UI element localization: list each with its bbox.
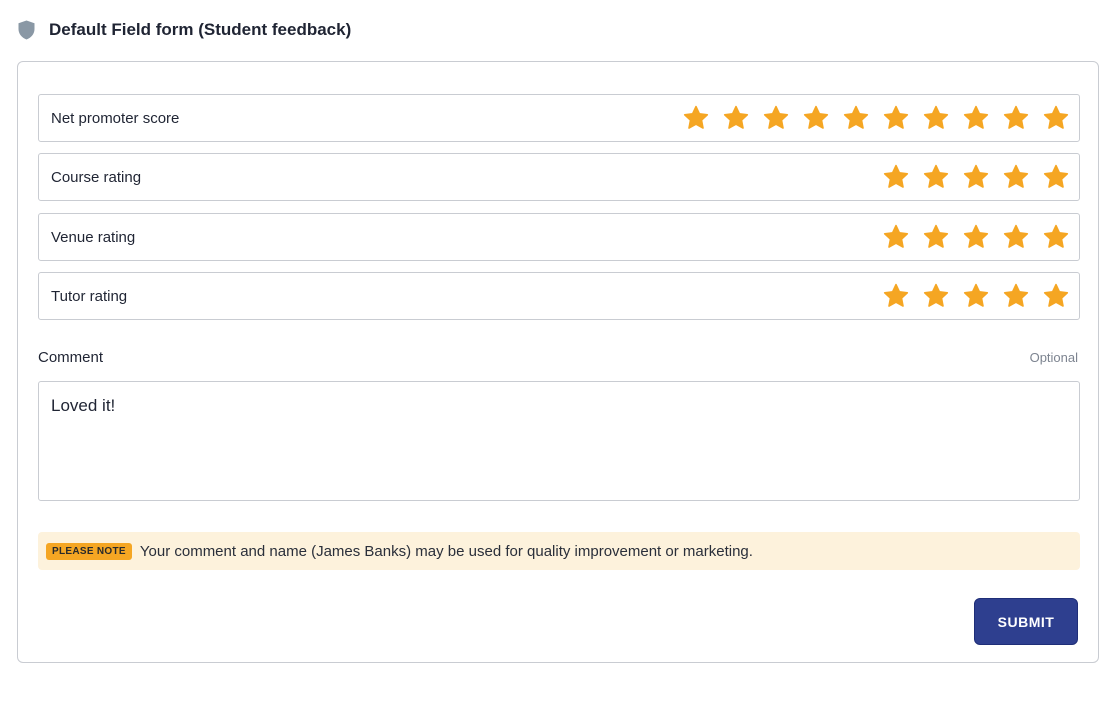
star-icon[interactable]: [723, 105, 749, 131]
star-icon[interactable]: [1003, 105, 1029, 131]
star-icon[interactable]: [1003, 283, 1029, 309]
star-icon[interactable]: [883, 164, 909, 190]
rating-row-venue-rating: Venue rating: [38, 213, 1080, 261]
submit-button[interactable]: SUBMIT: [974, 598, 1078, 645]
star-icon[interactable]: [963, 224, 989, 250]
star-icon[interactable]: [1043, 164, 1069, 190]
star-icon[interactable]: [883, 105, 909, 131]
star-icon[interactable]: [1043, 283, 1069, 309]
rating-row-net-promoter-score: Net promoter score: [38, 94, 1080, 142]
please-note-badge: PLEASE NOTE: [46, 542, 132, 560]
star-icon[interactable]: [963, 105, 989, 131]
star-icon[interactable]: [1003, 224, 1029, 250]
rating-label: Tutor rating: [51, 287, 128, 305]
star-icon[interactable]: [963, 164, 989, 190]
star-icon[interactable]: [963, 283, 989, 309]
star-icon[interactable]: [843, 105, 869, 131]
star-icon[interactable]: [923, 164, 949, 190]
rating-label: Course rating: [51, 168, 142, 186]
please-note-banner: PLEASE NOTE Your comment and name (James…: [38, 532, 1080, 570]
star-icon[interactable]: [1003, 164, 1029, 190]
rating-row-course-rating: Course rating: [38, 153, 1080, 201]
star-icon[interactable]: [923, 105, 949, 131]
comment-textarea[interactable]: Loved it!: [38, 381, 1080, 501]
star-icon[interactable]: [923, 224, 949, 250]
star-icon[interactable]: [683, 105, 709, 131]
star-icon[interactable]: [1043, 105, 1069, 131]
comment-label: Comment: [38, 349, 104, 366]
feedback-form-card: Net promoter score Course rating Venue r…: [17, 61, 1099, 663]
star-rating: [869, 164, 1069, 190]
star-icon[interactable]: [883, 224, 909, 250]
rating-label: Net promoter score: [51, 109, 180, 127]
star-icon[interactable]: [923, 283, 949, 309]
star-icon[interactable]: [803, 105, 829, 131]
rating-label: Venue rating: [51, 228, 136, 246]
shield-icon: [18, 20, 35, 40]
star-rating: [669, 105, 1069, 131]
star-rating: [869, 283, 1069, 309]
star-icon[interactable]: [883, 283, 909, 309]
rating-row-tutor-rating: Tutor rating: [38, 272, 1080, 320]
star-icon[interactable]: [1043, 224, 1069, 250]
form-title: Default Field form (Student feedback): [49, 20, 352, 39]
form-header: Default Field form (Student feedback): [18, 17, 351, 43]
please-note-text: Your comment and name (James Banks) may …: [139, 542, 753, 560]
star-icon[interactable]: [763, 105, 789, 131]
optional-hint: Optional: [1029, 350, 1078, 365]
star-rating: [869, 224, 1069, 250]
